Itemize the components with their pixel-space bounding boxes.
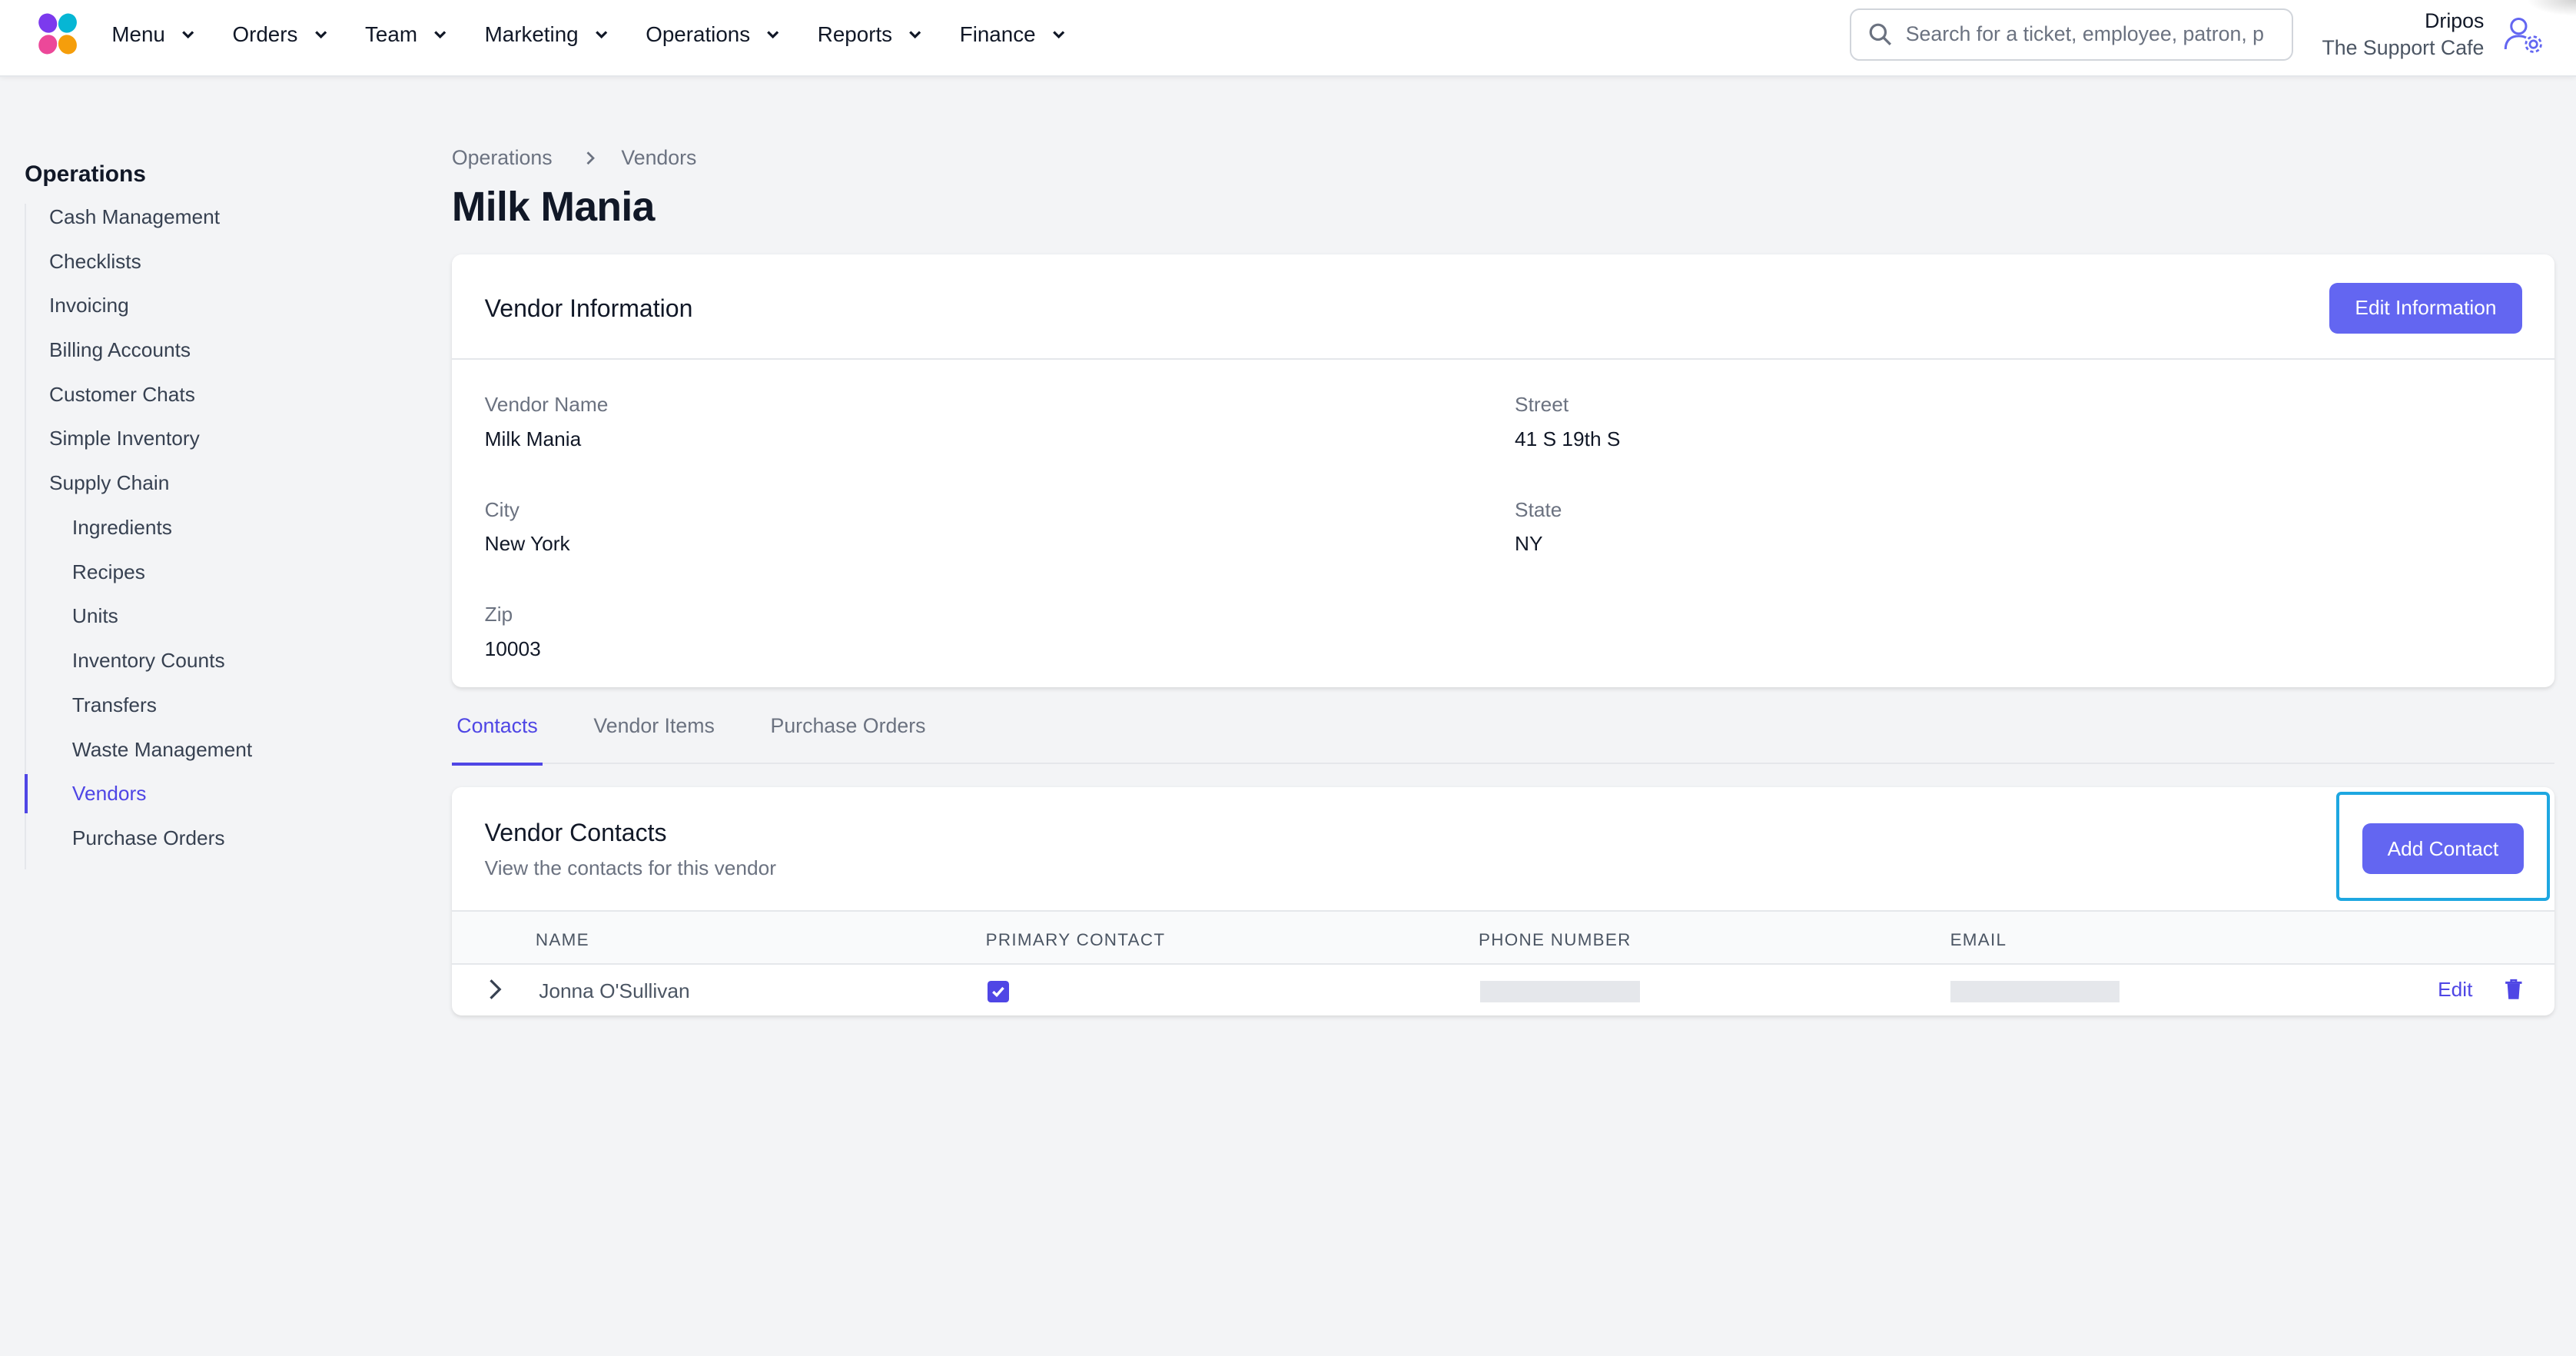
sidebar-list: Cash Management Checklists Invoicing Bil… [24, 203, 386, 869]
sidebar-item-checklists[interactable]: Checklists [26, 248, 386, 293]
nav-label: Marketing [484, 22, 579, 46]
city-field: City New York [485, 497, 570, 557]
column-header-phone-number[interactable]: Phone Number [1479, 930, 1632, 950]
vendor-contacts-subtitle: View the contacts for this vendor [484, 856, 776, 879]
chevron-down-icon [1052, 31, 1065, 39]
chevron-down-icon [434, 31, 446, 39]
check-icon [992, 987, 1004, 998]
sidebar-item-vendors[interactable]: Vendors [24, 773, 386, 825]
sidebar-item-supply-chain[interactable]: Supply Chain [26, 470, 386, 514]
nav-orders[interactable]: Orders [233, 22, 330, 47]
field-label: City [484, 497, 520, 521]
sidebar-item-transfers[interactable]: Transfers [26, 692, 386, 736]
sidebar-item-invoicing[interactable]: Invoicing [26, 292, 386, 337]
trash-icon[interactable] [2504, 978, 2524, 1001]
nav-label: Team [365, 22, 417, 46]
nav-reports[interactable]: Reports [818, 22, 924, 47]
vendor-tabs: Contacts Vendor Items Purchase Orders [451, 689, 2555, 766]
nav-label: Orders [232, 22, 298, 46]
nav-team[interactable]: Team [365, 22, 449, 47]
account-info[interactable]: Dripos The Support Cafe [2322, 8, 2484, 63]
account-name: Dripos [2425, 8, 2485, 32]
user-settings-icon[interactable] [2502, 13, 2545, 56]
sidebar-item-purchase-orders[interactable]: Purchase Orders [26, 825, 386, 869]
sidebar-item-simple-inventory[interactable]: Simple Inventory [26, 425, 386, 470]
field-label: Street [1515, 392, 1569, 416]
sidebar-item-recipes[interactable]: Recipes [26, 559, 386, 603]
sidebar-item-inventory-counts[interactable]: Inventory Counts [26, 647, 386, 692]
primary-contact-checkbox[interactable] [987, 981, 1009, 1003]
breadcrumb-operations[interactable]: Operations [452, 146, 553, 170]
vendor-contacts-card: Vendor Contacts View the contacts for th… [451, 787, 2555, 1016]
edit-contact-link[interactable]: Edit [2438, 978, 2472, 1002]
sidebar-heading: Operations [25, 161, 146, 187]
vendor-information-title: Vendor Information [484, 294, 693, 322]
sidebar-item-cash-management[interactable]: Cash Management [26, 204, 386, 248]
nav-operations[interactable]: Operations [646, 22, 782, 47]
state-field: State NY [1515, 497, 1562, 557]
field-value: NY [1515, 532, 1543, 556]
chevron-down-icon [314, 31, 327, 39]
sidebar-item-customer-chats[interactable]: Customer Chats [26, 381, 386, 426]
chevron-down-icon [767, 31, 779, 39]
nav-label: Menu [111, 22, 165, 46]
contact-name: Jonna O'Sullivan [539, 979, 690, 1003]
tab-purchase-orders[interactable]: Purchase Orders [765, 689, 931, 764]
redacted-phone-number [1480, 981, 1640, 1003]
vendor-information-card: Vendor Information Edit Information Vend… [451, 254, 2555, 687]
corner-shadow [2526, 0, 2576, 17]
search-box[interactable] [1850, 8, 2294, 61]
vendor-name-field: Vendor Name Milk Mania [485, 391, 609, 452]
field-label: Zip [484, 603, 513, 626]
add-contact-button[interactable]: Add Contact [2362, 823, 2524, 875]
zip-field: Zip 10003 [485, 601, 541, 662]
vendor-contacts-title: Vendor Contacts [484, 818, 667, 846]
vendor-contacts-header: Vendor Contacts View the contacts for th… [452, 787, 2554, 910]
sidebar: Operations Cash Management Checklists In… [24, 161, 386, 869]
nav-menu[interactable]: Menu [111, 22, 196, 47]
nav-label: Reports [817, 22, 893, 46]
column-header-primary-contact[interactable]: Primary Contact [986, 930, 1166, 950]
column-header-name[interactable]: Name [536, 930, 589, 950]
account-org: The Support Cafe [2322, 35, 2485, 59]
sidebar-item-waste-management[interactable]: Waste Management [26, 736, 386, 781]
field-value: 10003 [484, 637, 541, 661]
chevron-right-icon[interactable] [485, 978, 505, 1001]
nav-label: Operations [646, 22, 751, 46]
table-row: Jonna O'Sullivan Edit [452, 965, 2554, 1015]
redacted-email [1950, 981, 2120, 1003]
main-nav: Menu Orders Team Marketing Operations Re… [111, 0, 1103, 69]
edit-information-button[interactable]: Edit Information [2329, 282, 2522, 334]
field-label: State [1515, 497, 1562, 521]
nav-marketing[interactable]: Marketing [485, 22, 610, 47]
sidebar-item-ingredients[interactable]: Ingredients [26, 514, 386, 559]
field-label: Vendor Name [484, 392, 609, 416]
breadcrumb-vendors[interactable]: Vendors [621, 146, 696, 170]
page-title: Milk Mania [451, 184, 655, 231]
tab-contacts[interactable]: Contacts [451, 689, 543, 766]
field-value: New York [484, 532, 570, 556]
chevron-down-icon [182, 31, 194, 39]
nav-finance[interactable]: Finance [960, 22, 1067, 47]
street-field: Street 41 S 19th S [1515, 391, 1620, 452]
dripos-logo-icon[interactable] [33, 10, 82, 59]
sidebar-item-billing-accounts[interactable]: Billing Accounts [26, 337, 386, 381]
top-nav-bar: Menu Orders Team Marketing Operations Re… [0, 0, 2576, 78]
tab-vendor-items[interactable]: Vendor Items [589, 689, 719, 764]
table-header: Name Primary Contact Phone Number Email [451, 910, 2555, 965]
chevron-down-icon [909, 31, 921, 39]
sidebar-item-units[interactable]: Units [26, 603, 386, 647]
breadcrumb: Operations Vendors [452, 146, 697, 170]
field-value: 41 S 19th S [1515, 427, 1621, 450]
chevron-right-icon [586, 151, 595, 165]
chevron-down-icon [595, 31, 608, 39]
vendor-information-header: Vendor Information Edit Information [451, 254, 2555, 361]
nav-label: Finance [959, 22, 1036, 46]
search-input[interactable] [1905, 22, 2267, 47]
field-value: Milk Mania [484, 427, 582, 450]
column-header-email[interactable]: Email [1950, 930, 2007, 950]
search-icon [1869, 23, 1891, 45]
